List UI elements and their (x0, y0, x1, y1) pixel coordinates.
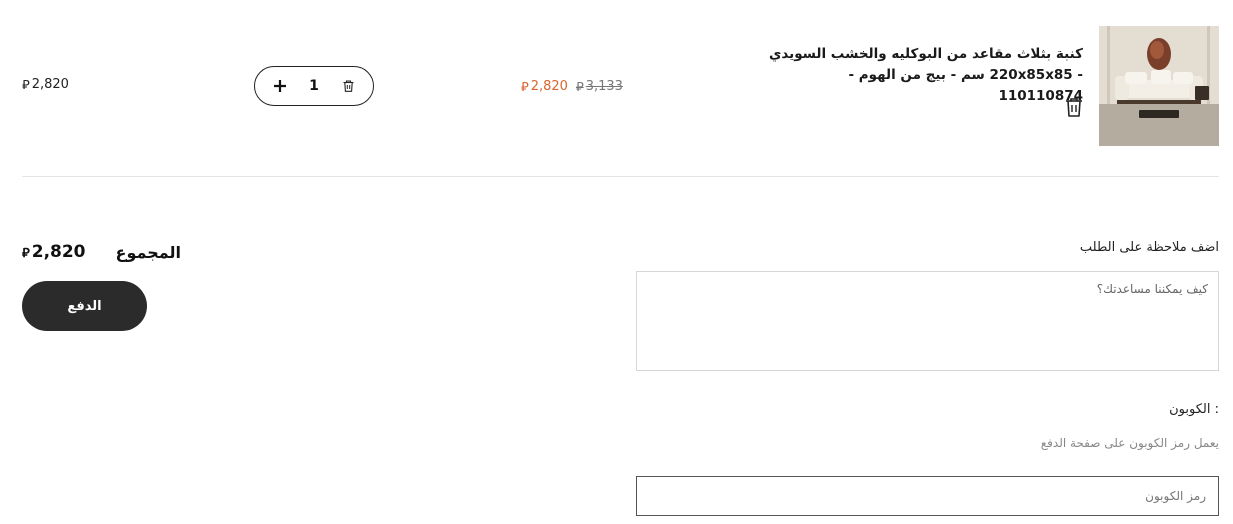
order-note-field[interactable] (636, 271, 1219, 371)
riyal-icon: ⃁ (22, 78, 30, 93)
original-price-value: 3,133 (585, 78, 623, 94)
price-group: ⃁ 2,820 ⃁ 3,133 (521, 76, 623, 96)
decrease-quantity-button[interactable] (339, 77, 357, 95)
trash-icon (1066, 98, 1082, 117)
sale-price-value: 2,820 (530, 78, 568, 94)
product-image[interactable] (1099, 26, 1219, 146)
riyal-icon: ⃁ (575, 79, 584, 95)
line-total: ⃁ 2,820 (22, 76, 69, 93)
remove-item-button[interactable] (1063, 96, 1085, 118)
coupon-input[interactable] (636, 476, 1219, 516)
line-total-value: 2,820 (31, 77, 69, 92)
original-price: ⃁ 3,133 (576, 78, 623, 95)
coupon-hint: يعمل رمز الكوبون على صفحة الدفع (1040, 436, 1219, 450)
trash-small-icon (343, 80, 353, 92)
total-label: المجموع (115, 242, 181, 262)
order-note-label: اضف ملاحظة على الطلب (1079, 240, 1219, 255)
riyal-icon: ⃁ (22, 245, 30, 261)
quantity-stepper[interactable]: 1 (254, 66, 374, 106)
checkout-button[interactable]: الدفع (22, 281, 147, 331)
riyal-icon: ⃁ (521, 79, 529, 95)
coupon-label: : الكوبون (1169, 402, 1219, 417)
product-title[interactable]: كنبة بثلاث مقاعد من البوكليه والخشب السو… (763, 44, 1083, 107)
divider (22, 176, 1219, 177)
sofa-image (1099, 26, 1219, 146)
total-amount: ⃁ 2,820 (22, 242, 86, 262)
cart-total: ⃁ 2,820 المجموع (22, 242, 181, 262)
sale-price: ⃁ 2,820 (521, 78, 568, 95)
increase-quantity-button[interactable] (271, 77, 289, 95)
quantity-value[interactable]: 1 (304, 78, 324, 94)
plus-icon (274, 80, 286, 92)
total-amount-value: 2,820 (31, 242, 86, 262)
